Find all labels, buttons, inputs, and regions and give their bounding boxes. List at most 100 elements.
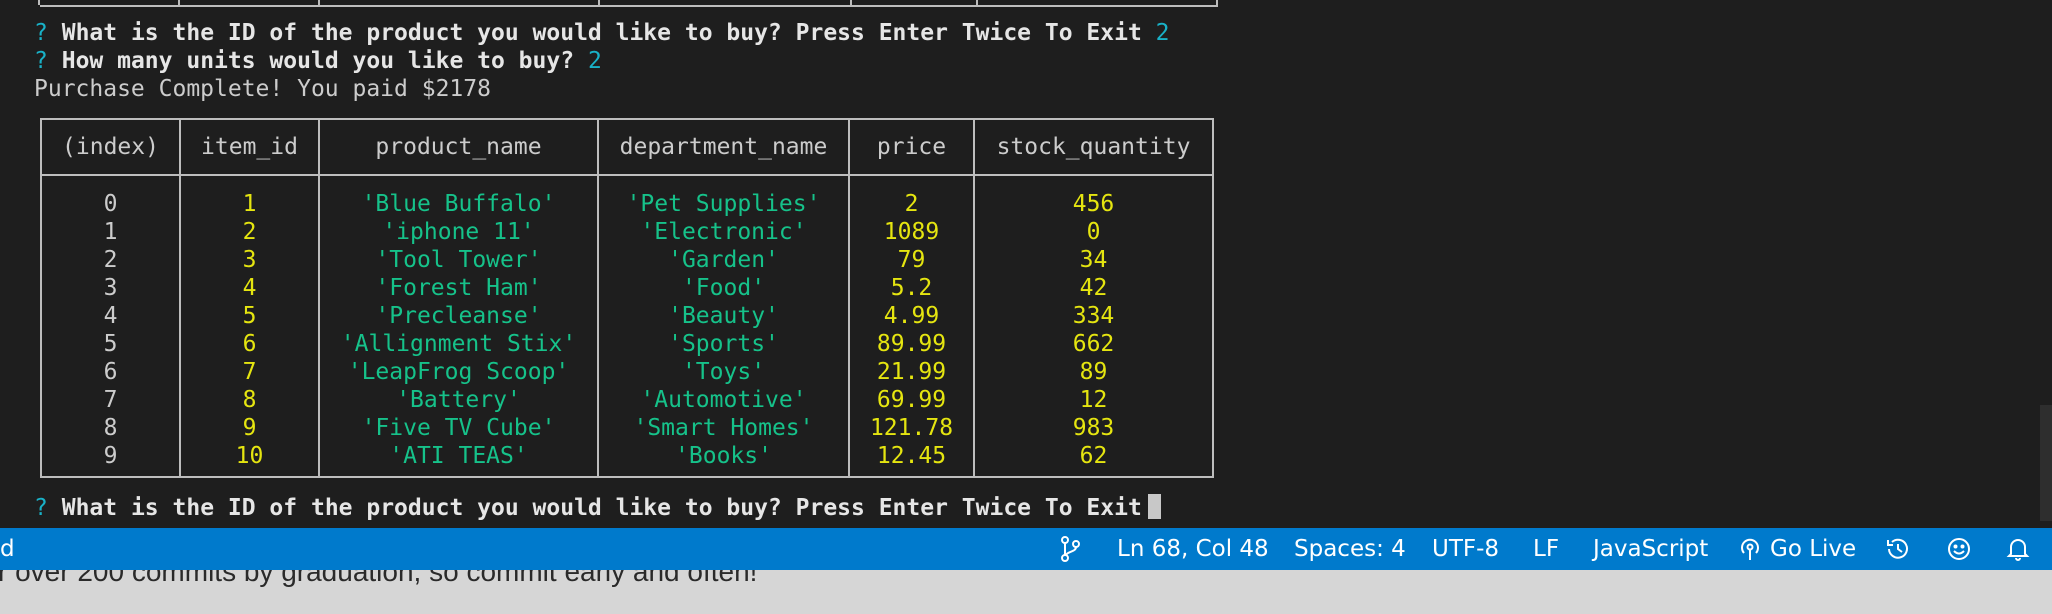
cell-index: 7 (40, 386, 181, 414)
table-row: 9 10 'ATI TEAS' 'Books' 12.45 62 (40, 442, 1214, 478)
cell-index: 0 (40, 175, 181, 218)
cell-stock-quantity: 42 (973, 274, 1214, 302)
cell-department-name: 'Electronic' (597, 218, 850, 246)
prompt-symbol: ? (34, 495, 48, 521)
cell-department-name: 'Garden' (597, 246, 850, 274)
question-text: What is the ID of the product you would … (61, 495, 1142, 521)
go-live-label: Go Live (1770, 536, 1857, 562)
cursor-position[interactable]: Ln 68, Col 48 (1117, 528, 1269, 570)
cell-product-name: 'Forest Ham' (318, 274, 599, 302)
cell-index: 8 (40, 414, 181, 442)
indentation-setting[interactable]: Spaces: 4 (1294, 528, 1406, 570)
cell-item-id: 2 (179, 218, 320, 246)
cell-stock-quantity: 12 (973, 386, 1214, 414)
table-row: 5 6 'Allignment Stix' 'Sports' 89.99 662 (40, 330, 1214, 358)
cell-index: 2 (40, 246, 181, 274)
cell-item-id: 1 (179, 175, 320, 218)
status-left-fragment[interactable]: d (0, 536, 15, 562)
terminal-panel[interactable]: ? What is the ID of the product you woul… (0, 0, 2052, 528)
cell-department-name: 'Beauty' (597, 302, 850, 330)
column-header: price (848, 118, 975, 176)
cell-product-name: 'Allignment Stix' (318, 330, 599, 358)
column-header: stock_quantity (973, 118, 1214, 176)
table-row: 6 7 'LeapFrog Scoop' 'Toys' 21.99 89 (40, 358, 1214, 386)
table-row: 7 8 'Battery' 'Automotive' 69.99 12 (40, 386, 1214, 414)
cell-stock-quantity: 662 (973, 330, 1214, 358)
table-row: 0 1 'Blue Buffalo' 'Pet Supplies' 2 456 (40, 175, 1214, 218)
purchase-message: Purchase Complete! You paid $2178 (34, 76, 491, 102)
cell-product-name: 'Tool Tower' (318, 246, 599, 274)
go-live-button[interactable]: Go Live (1738, 528, 1856, 570)
prompt-symbol: ? (34, 48, 48, 74)
text-cursor (1147, 494, 1161, 519)
cell-index: 1 (40, 218, 181, 246)
cell-department-name: 'Sports' (597, 330, 850, 358)
status-bar: d Ln 68, Col 48 Spaces: 4 UTF-8 LF JavaS… (0, 528, 2052, 570)
background-window: r over 200 commits by graduation, so com… (0, 570, 2052, 614)
cell-price: 1089 (848, 218, 975, 246)
cell-price: 121.78 (848, 414, 975, 442)
background-text: r over 200 commits by graduation, so com… (0, 570, 758, 587)
cell-stock-quantity: 456 (973, 175, 1214, 218)
column-header: (index) (40, 118, 181, 176)
cell-price: 69.99 (848, 386, 975, 414)
encoding-setting[interactable]: UTF-8 (1432, 528, 1499, 570)
products-table: (index) item_id product_name department_… (40, 118, 1214, 478)
column-header: product_name (318, 118, 599, 176)
cell-index: 3 (40, 274, 181, 302)
cell-department-name: 'Toys' (597, 358, 850, 386)
column-header: item_id (179, 118, 320, 176)
cell-department-name: 'Food' (597, 274, 850, 302)
previous-table-bottom-edge (38, 0, 1218, 7)
cell-product-name: 'Five TV Cube' (318, 414, 599, 442)
cell-price: 12.45 (848, 442, 975, 478)
prompt-line-1: ? What is the ID of the product you woul… (34, 19, 1170, 47)
cell-index: 6 (40, 358, 181, 386)
cell-price: 2 (848, 175, 975, 218)
prompt-line-3[interactable]: ? What is the ID of the product you woul… (34, 494, 1161, 522)
cell-index: 5 (40, 330, 181, 358)
cell-product-name: 'Precleanse' (318, 302, 599, 330)
cell-stock-quantity: 62 (973, 442, 1214, 478)
cell-item-id: 10 (179, 442, 320, 478)
answer-text: 2 (1155, 20, 1170, 46)
cell-item-id: 5 (179, 302, 320, 330)
cell-stock-quantity: 0 (973, 218, 1214, 246)
answer-text: 2 (587, 48, 602, 74)
smiley-icon[interactable] (1946, 528, 1972, 570)
cell-product-name: 'Battery' (318, 386, 599, 414)
question-text: What is the ID of the product you would … (61, 20, 1142, 46)
cell-item-id: 7 (179, 358, 320, 386)
broadcast-icon (1738, 536, 1762, 562)
cell-index: 4 (40, 302, 181, 330)
cell-stock-quantity: 89 (973, 358, 1214, 386)
question-text: How many units would you like to buy? (61, 48, 575, 74)
table-row: 4 5 'Precleanse' 'Beauty' 4.99 334 (40, 302, 1214, 330)
cell-product-name: 'ATI TEAS' (318, 442, 599, 478)
prompt-line-2: ? How many units would you like to buy? … (34, 47, 602, 75)
cell-price: 5.2 (848, 274, 975, 302)
terminal-scrollbar[interactable] (2040, 405, 2052, 521)
cell-stock-quantity: 34 (973, 246, 1214, 274)
eol-setting[interactable]: LF (1533, 528, 1559, 570)
cell-product-name: 'iphone 11' (318, 218, 599, 246)
table-row: 2 3 'Tool Tower' 'Garden' 79 34 (40, 246, 1214, 274)
table-row: 8 9 'Five TV Cube' 'Smart Homes' 121.78 983 (40, 414, 1214, 442)
prompt-symbol: ? (34, 20, 48, 46)
cell-department-name: 'Automotive' (597, 386, 850, 414)
table-row: 3 4 'Forest Ham' 'Food' 5.2 42 (40, 274, 1214, 302)
cell-item-id: 3 (179, 246, 320, 274)
cell-item-id: 4 (179, 274, 320, 302)
cell-price: 79 (848, 246, 975, 274)
source-control-icon[interactable] (1058, 528, 1082, 570)
cell-department-name: 'Smart Homes' (597, 414, 850, 442)
language-mode[interactable]: JavaScript (1593, 528, 1708, 570)
cell-item-id: 8 (179, 386, 320, 414)
cell-item-id: 9 (179, 414, 320, 442)
cell-stock-quantity: 334 (973, 302, 1214, 330)
cell-product-name: 'Blue Buffalo' (318, 175, 599, 218)
bell-icon[interactable] (2006, 528, 2030, 570)
cell-department-name: 'Pet Supplies' (597, 175, 850, 218)
cell-price: 21.99 (848, 358, 975, 386)
history-icon[interactable] (1885, 528, 1911, 570)
